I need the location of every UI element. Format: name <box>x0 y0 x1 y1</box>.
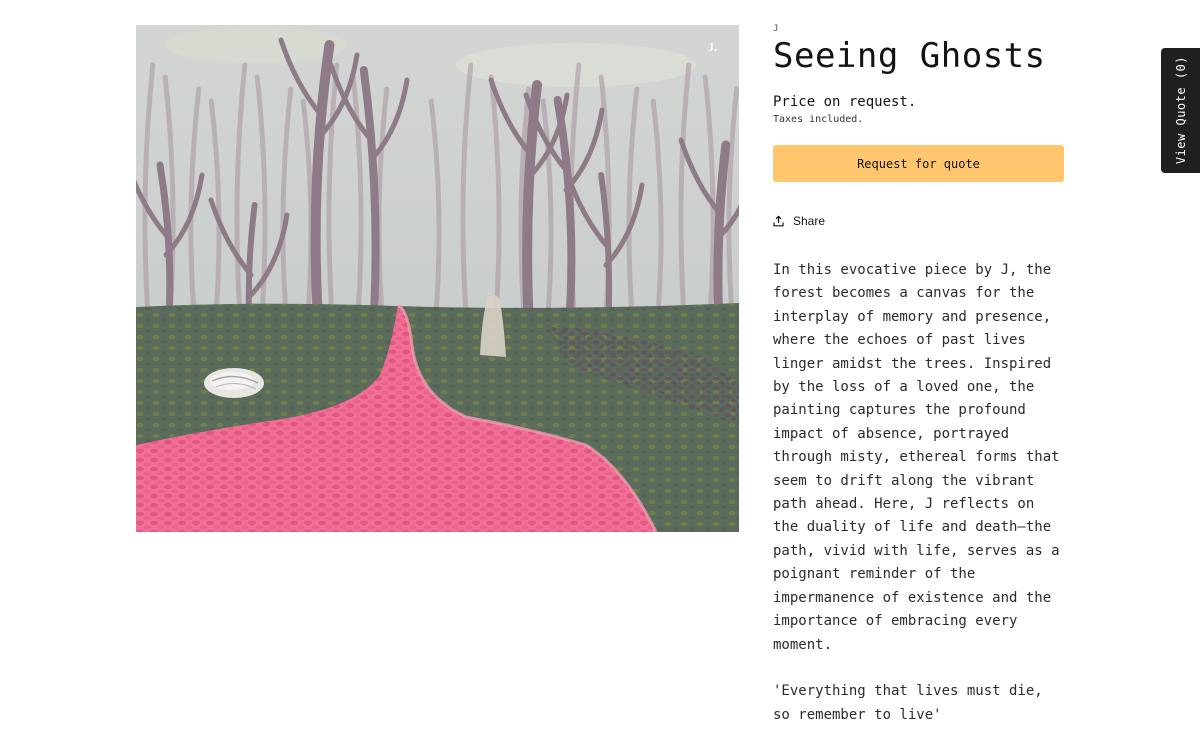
view-quote-label: View Quote (0) <box>1173 56 1188 165</box>
product-info: J Seeing Ghosts Price on request. Taxes … <box>773 22 1065 727</box>
product-vendor: J <box>773 24 780 34</box>
share-label: Share <box>793 214 826 228</box>
product-price: Price on request. <box>773 94 917 110</box>
product-description: In this evocative piece by J, the forest… <box>773 259 1065 727</box>
artist-signature: J. <box>708 40 717 54</box>
description-quote: 'Everything that lives must die, so reme… <box>773 683 1043 723</box>
product-image[interactable]: J. <box>136 25 739 532</box>
tax-note: Taxes included. <box>773 114 864 125</box>
painting-seeing-ghosts: J. <box>136 25 739 532</box>
share-button[interactable]: Share <box>773 211 1065 231</box>
product-title: Seeing Ghosts <box>773 36 1046 76</box>
share-icon <box>773 215 784 227</box>
request-quote-button[interactable]: Request for quote <box>773 145 1064 182</box>
view-quote-tab[interactable]: View Quote (0) <box>1161 48 1200 173</box>
description-paragraph: In this evocative piece by J, the forest… <box>773 262 1060 653</box>
